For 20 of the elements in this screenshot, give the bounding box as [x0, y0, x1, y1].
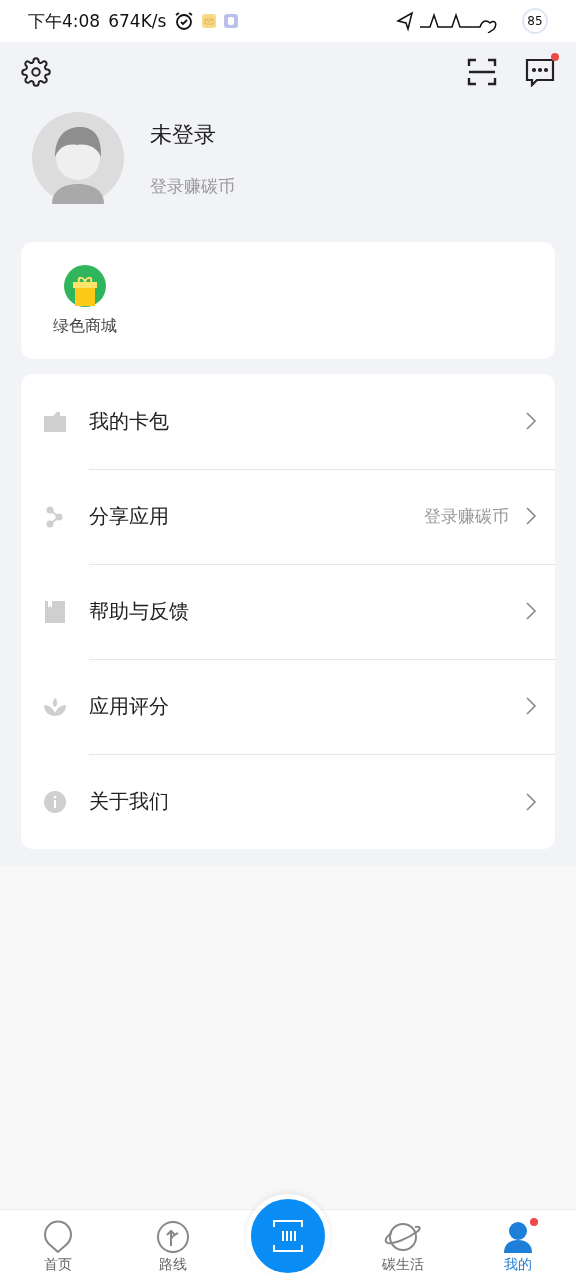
menu-item[interactable]: 分享应用 登录赚碳币	[21, 469, 555, 564]
status-time: 下午4:08	[28, 9, 101, 33]
tab-item[interactable]: 首页	[0, 1210, 116, 1280]
menu-item[interactable]: 帮助与反馈	[21, 564, 555, 659]
menu-item[interactable]: 我的卡包	[21, 374, 555, 469]
user-name: 未登录	[150, 121, 217, 149]
menu-item[interactable]: 关于我们	[21, 754, 555, 849]
tab-item[interactable]: 碳生活	[345, 1210, 461, 1280]
menu-label: 应用评分	[89, 692, 170, 720]
menu-label: 分享应用	[89, 502, 170, 530]
shortcut-item[interactable]: 绿色商城	[53, 264, 117, 337]
battery-level: 85	[522, 8, 548, 34]
tab-item[interactable]: 我的	[460, 1210, 576, 1280]
network-speed: 674K/s	[108, 11, 167, 31]
menu-note: 登录赚碳币	[424, 504, 509, 528]
menu-label: 我的卡包	[89, 407, 170, 435]
menu-item[interactable]: 应用评分	[21, 659, 555, 754]
menu-label: 帮助与反馈	[89, 597, 190, 625]
tab-item[interactable]: 路线	[115, 1210, 231, 1280]
menu-label: 关于我们	[89, 788, 170, 815]
